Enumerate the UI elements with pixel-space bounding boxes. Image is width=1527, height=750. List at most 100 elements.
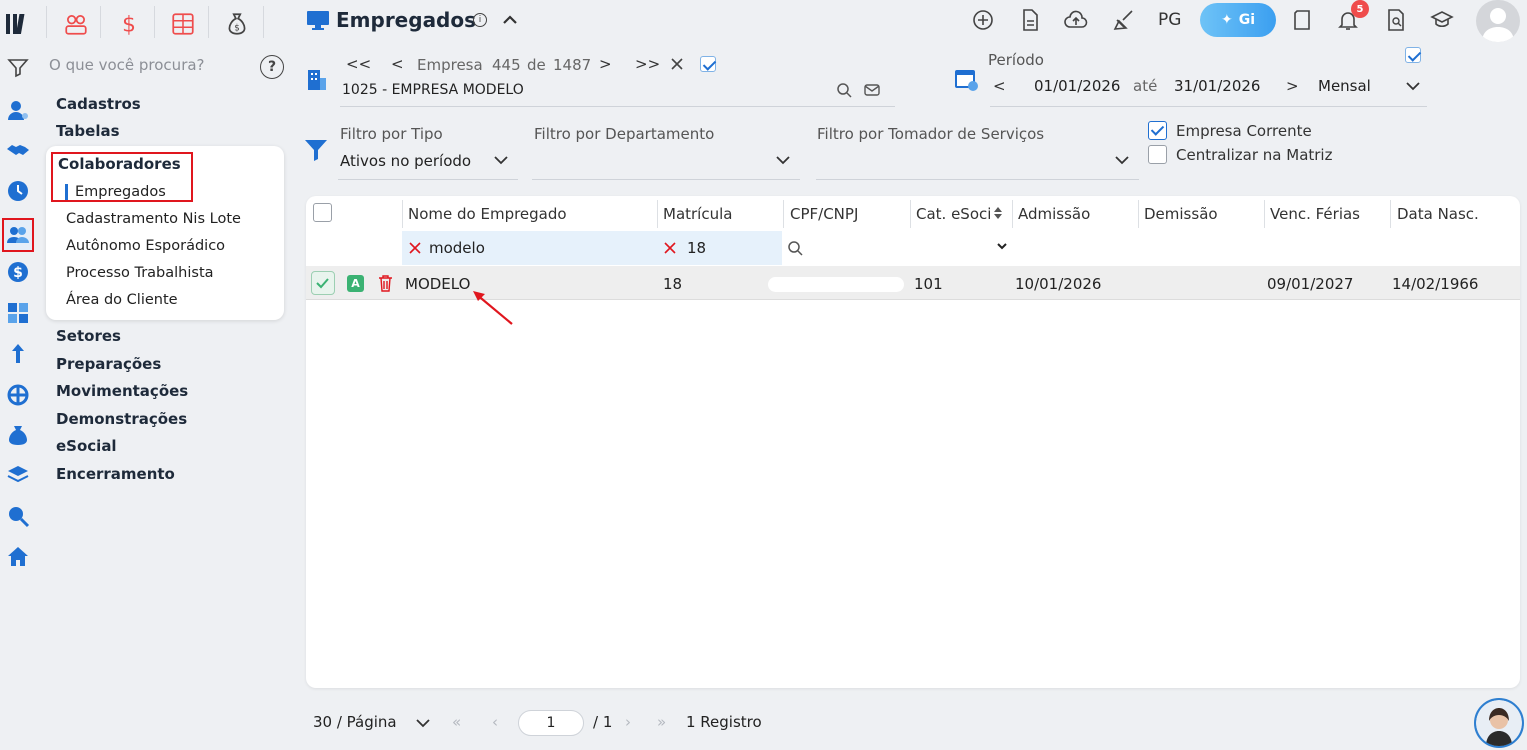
clear-name-filter-icon[interactable] — [408, 241, 422, 255]
page-input[interactable]: 1 — [518, 710, 584, 736]
prev-company-button[interactable]: < — [391, 55, 404, 73]
centralizar-matriz-label: Centralizar na Matriz — [1176, 146, 1333, 164]
doc-search-icon[interactable] — [1382, 6, 1410, 34]
company-name[interactable]: 1025 - EMPRESA MODELO — [342, 82, 524, 98]
col-header-admissao[interactable]: Admissão — [1018, 205, 1090, 223]
filter-type-chevron-icon[interactable] — [493, 152, 509, 168]
nav-section-demonstracoes[interactable]: Demonstrações — [56, 410, 187, 428]
row-select-checkbox[interactable] — [311, 271, 335, 295]
nav-section-tabelas[interactable]: Tabelas — [56, 122, 120, 140]
period-start[interactable]: 01/01/2026 — [1034, 77, 1120, 95]
name-filter-input[interactable]: modelo — [429, 239, 485, 257]
icon-rail: $ — [0, 0, 36, 750]
notes-icon[interactable] — [1288, 6, 1316, 34]
nav-section-cadastros[interactable]: Cadastros — [56, 95, 141, 113]
period-checkbox[interactable] — [1405, 47, 1421, 63]
col-header-cat-esocial[interactable]: Cat. eSocial — [916, 205, 990, 223]
company-search-icon[interactable] — [836, 82, 852, 98]
help-icon[interactable]: ? — [260, 55, 284, 79]
nav-section-setores[interactable]: Setores — [56, 327, 121, 345]
cat-filter-chevron-icon[interactable] — [996, 240, 1008, 252]
sort-icon[interactable] — [992, 206, 1004, 220]
cell-nome[interactable]: MODELO — [405, 275, 470, 293]
filter-tomador-label: Filtro por Tomador de Serviços — [817, 125, 1045, 143]
svg-text:$: $ — [234, 24, 240, 34]
prev-page-button[interactable]: ‹ — [492, 713, 498, 731]
upload-arrow-icon[interactable] — [4, 340, 32, 368]
period-mode-chevron-icon[interactable] — [1405, 78, 1421, 94]
col-header-matricula[interactable]: Matrícula — [663, 205, 732, 223]
home-icon[interactable] — [4, 543, 32, 571]
clear-matricula-filter-icon[interactable] — [663, 241, 677, 255]
clock-icon[interactable] — [4, 177, 32, 205]
next-page-button[interactable]: › — [625, 713, 631, 731]
spreadsheet-icon[interactable] — [165, 8, 201, 40]
mail-icon[interactable] — [864, 82, 880, 98]
trash-icon[interactable] — [377, 274, 394, 293]
last-page-button[interactable]: » — [657, 713, 666, 731]
col-header-nome[interactable]: Nome do Empregado — [408, 205, 567, 223]
col-header-cpf[interactable]: CPF/CNPJ — [790, 205, 858, 223]
assistant-avatar[interactable] — [1474, 698, 1524, 748]
clear-company-icon[interactable] — [669, 56, 685, 72]
dollar-icon[interactable]: $ — [4, 258, 32, 286]
collapse-chevron-icon[interactable] — [500, 10, 520, 30]
period-mode-select[interactable]: Mensal — [1318, 77, 1371, 95]
money-bag-outline-icon[interactable]: $ — [219, 8, 255, 40]
next-company-button[interactable]: > — [599, 55, 612, 73]
dollar-sign-icon[interactable]: $ — [111, 8, 147, 40]
cloud-upload-icon[interactable] — [1062, 6, 1090, 34]
user-avatar[interactable] — [1476, 0, 1520, 42]
nav-item-area-do-cliente[interactable]: Área do Cliente — [66, 292, 178, 308]
svg-text:$: $ — [13, 265, 23, 281]
cell-cpf-redacted — [768, 277, 904, 292]
nav-section-movimentacoes[interactable]: Movimentações — [56, 382, 188, 400]
filter-type-select[interactable]: Ativos no período — [340, 152, 471, 170]
broom-icon[interactable] — [1110, 6, 1138, 34]
app-logo[interactable] — [0, 8, 36, 40]
company-checkbox[interactable] — [700, 56, 716, 72]
last-company-button[interactable]: >> — [635, 55, 660, 73]
period-end[interactable]: 31/01/2026 — [1174, 77, 1260, 95]
add-circle-icon[interactable] — [969, 6, 997, 34]
cpf-filter-search-icon[interactable] — [787, 240, 803, 256]
next-period-button[interactable]: > — [1286, 77, 1299, 95]
nav-section-preparacoes[interactable]: Preparações — [56, 355, 161, 373]
graduation-cap-icon[interactable] — [1428, 6, 1456, 34]
network-icon[interactable] — [4, 381, 32, 409]
filter-icon[interactable] — [4, 54, 32, 82]
money-bag-icon[interactable] — [4, 421, 32, 449]
nav-section-encerramento[interactable]: Encerramento — [56, 465, 175, 483]
employees-icon[interactable] — [2, 218, 34, 252]
first-page-button[interactable]: « — [452, 713, 461, 731]
col-header-data-nasc[interactable]: Data Nasc. — [1397, 205, 1479, 223]
search-icon[interactable] — [4, 502, 32, 530]
filter-dept-chevron-icon[interactable] — [775, 152, 791, 168]
handshake-icon[interactable] — [4, 136, 32, 164]
people-icon[interactable] — [58, 8, 94, 40]
col-header-demissao[interactable]: Demissão — [1144, 205, 1218, 223]
nav-item-cadastramento-nis-lote[interactable]: Cadastramento Nis Lote — [66, 211, 241, 227]
nav-section-esocial[interactable]: eSocial — [56, 437, 117, 455]
company-total: 1487 — [553, 56, 592, 74]
empresa-corrente-checkbox[interactable] — [1148, 121, 1167, 140]
per-page-chevron-icon[interactable] — [415, 715, 431, 731]
matricula-filter-input[interactable]: 18 — [687, 239, 706, 257]
centralizar-matriz-checkbox[interactable] — [1148, 145, 1167, 164]
prev-period-button[interactable]: < — [993, 77, 1006, 95]
nav-item-processo-trabalhista[interactable]: Processo Trabalhista — [66, 265, 214, 281]
layers-icon[interactable] — [4, 461, 32, 489]
per-page-select[interactable]: 30 / Página — [313, 713, 397, 731]
pg-button[interactable]: PG — [1158, 10, 1181, 30]
filter-tomador-chevron-icon[interactable] — [1114, 152, 1130, 168]
info-icon[interactable]: i — [473, 13, 487, 27]
col-header-venc-ferias[interactable]: Venc. Férias — [1270, 205, 1360, 223]
nav-item-autonomo-esporadico[interactable]: Autônomo Esporádico — [66, 238, 225, 254]
user-settings-icon[interactable] — [4, 96, 32, 124]
document-icon[interactable] — [1016, 6, 1044, 34]
gi-assistant-button[interactable]: ✦ Gi — [1200, 3, 1276, 37]
nav-search-input[interactable]: O que você procura? — [49, 56, 205, 74]
first-company-button[interactable]: << — [346, 55, 371, 73]
select-all-checkbox[interactable] — [313, 203, 332, 222]
calculator-icon[interactable] — [4, 299, 32, 327]
